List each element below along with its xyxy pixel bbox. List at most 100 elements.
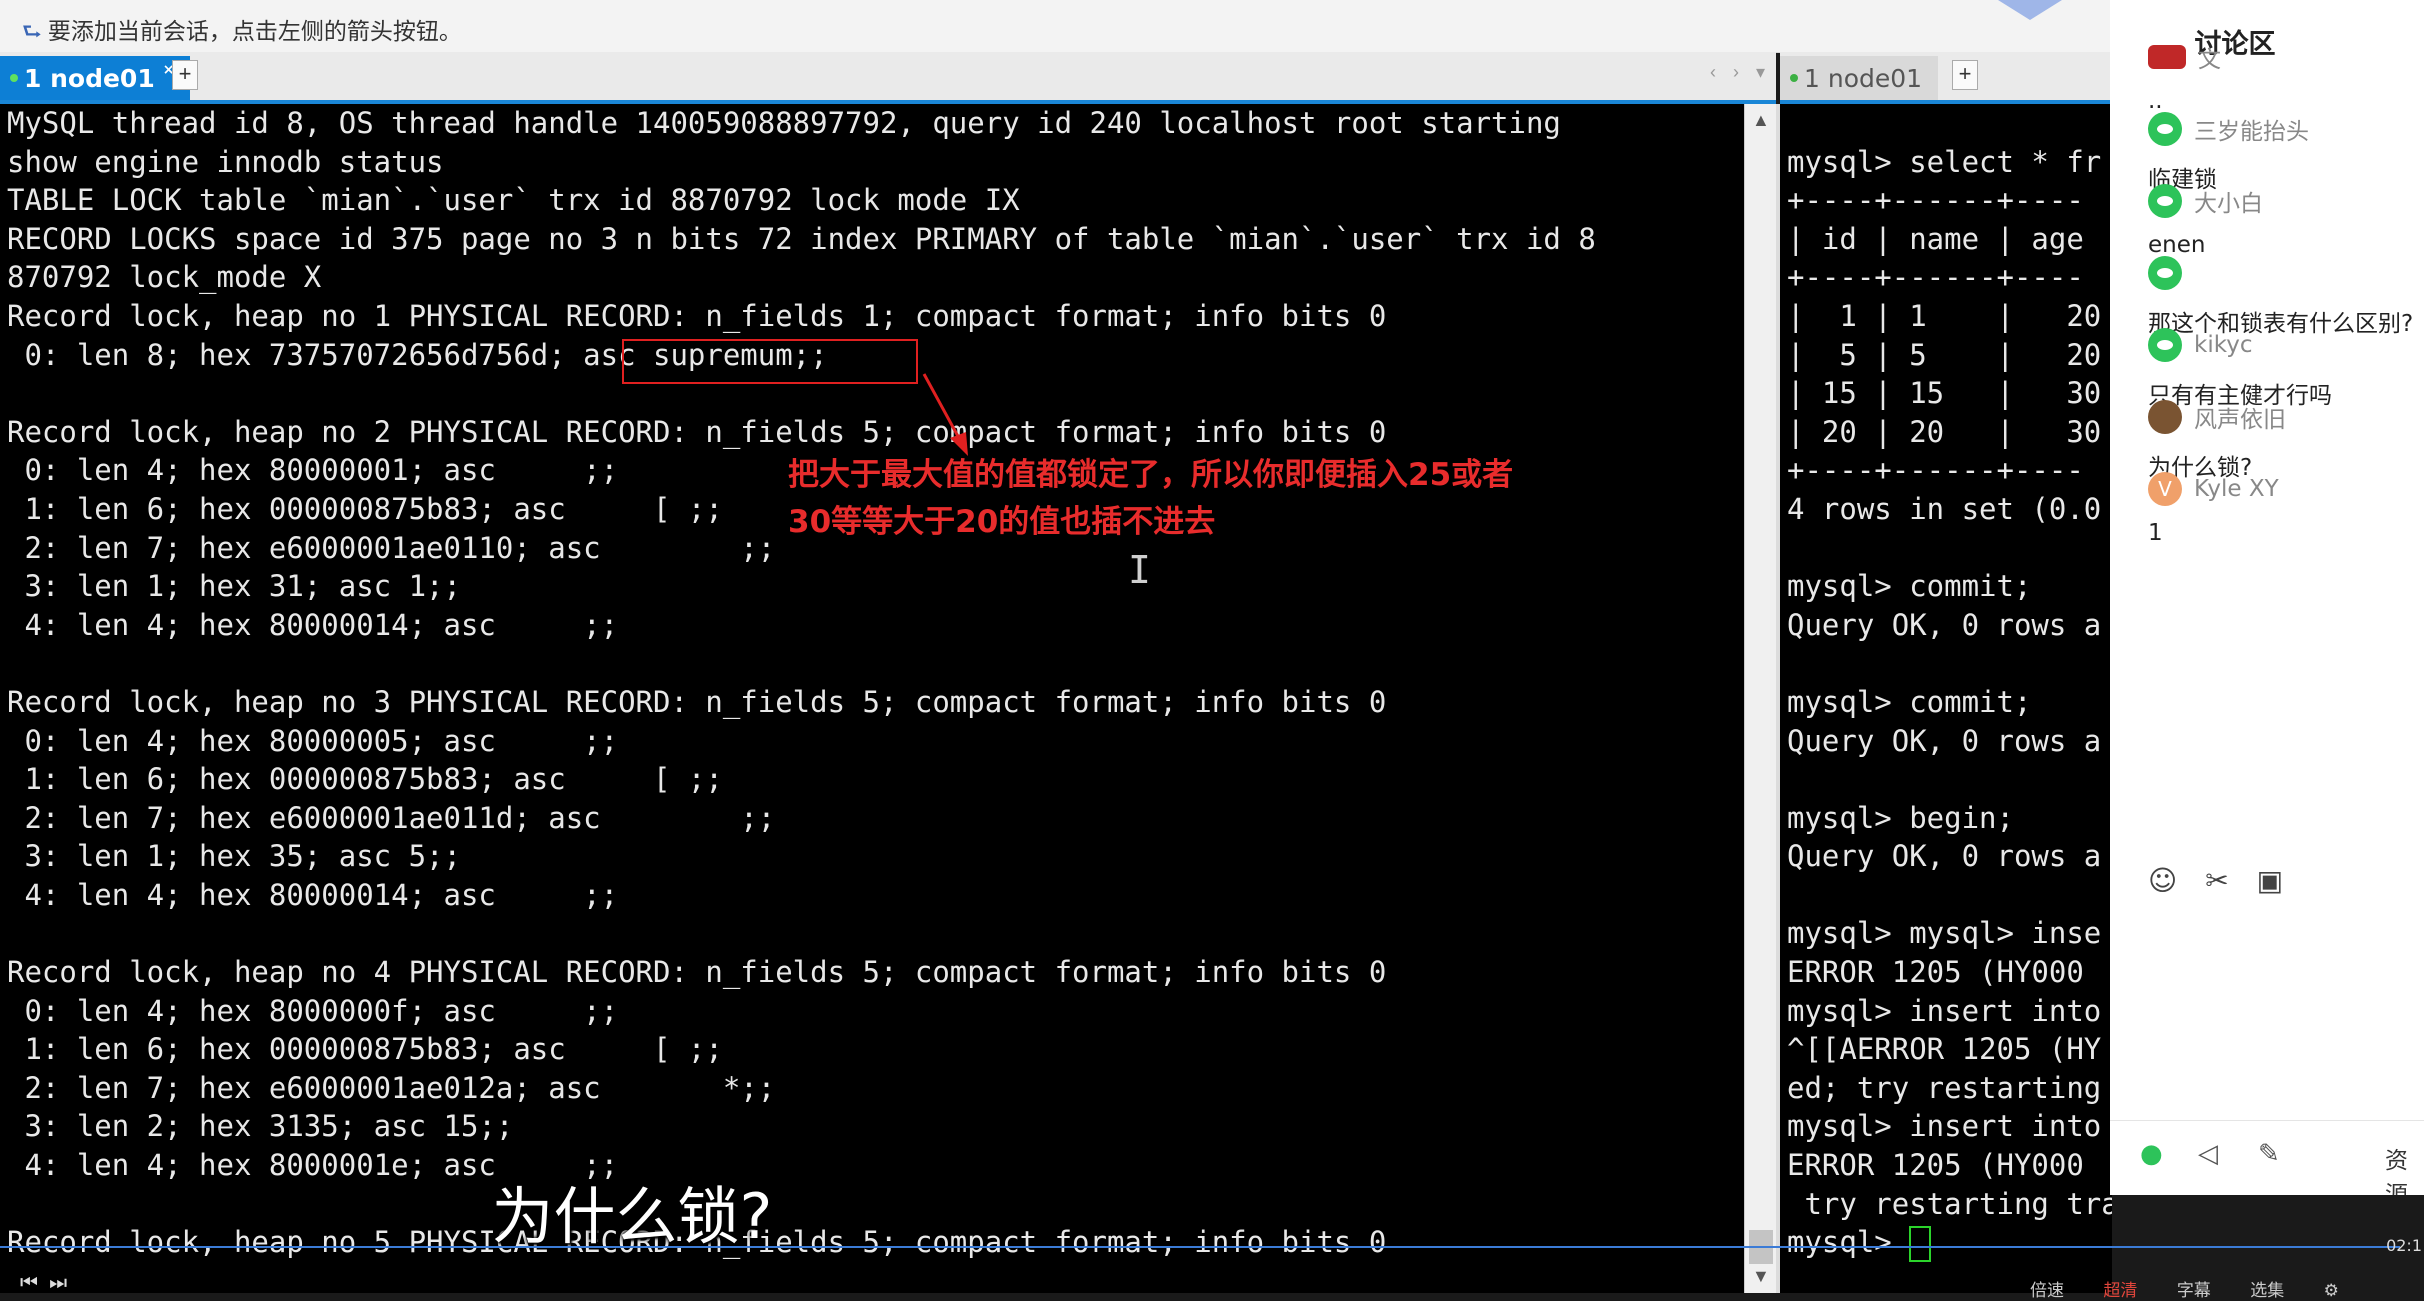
annotation-line: 30等等大于20的值也插不进去 — [788, 504, 1216, 540]
logo-icon — [1998, 0, 2062, 20]
avatar — [2148, 112, 2182, 146]
terminal-line: mysql> commit; — [1787, 569, 2032, 604]
avatar — [2148, 184, 2182, 218]
terminal-line: 4: len 4; hex 80000014; asc ;; — [7, 607, 619, 642]
tab-label: 1 node01 — [1804, 63, 1923, 93]
supremum-highlight-box — [622, 339, 918, 384]
terminal-line: 3: len 1; hex 35; asc 5;; — [7, 839, 461, 874]
terminal-line: 2: len 7; hex e6000001ae011d; asc ;; — [7, 800, 776, 835]
time-display: 02:1 — [2386, 1236, 2422, 1255]
terminal-line: | 5 | 5 | 20 — [1787, 337, 2102, 372]
video-progress-bar[interactable] — [0, 1246, 2400, 1248]
terminal-line: | 1 | 1 | 20 — [1787, 298, 2102, 333]
terminal-line: 0: len 4; hex 80000005; asc ;; — [7, 723, 619, 758]
scroll-up-icon[interactable]: ▲ — [1752, 110, 1770, 131]
speaker-icon[interactable]: ◁ — [2198, 1139, 2218, 1169]
mic-icon[interactable]: ● — [2140, 1139, 2163, 1169]
terminal-line: ed; try restarting — [1787, 1070, 2102, 1105]
terminal-output: MySQL thread id 8, OS thread handle 1400… — [7, 104, 1596, 1262]
terminal-line: mysql> insert into — [1787, 1109, 2102, 1144]
add-tab-button[interactable]: + — [172, 60, 198, 90]
terminal-line: Record lock, heap no 3 PHYSICAL RECORD: … — [7, 684, 1387, 719]
terminal-line: 4 rows in set (0.0 — [1787, 491, 2102, 526]
terminal-line: 3: len 2; hex 3135; asc 15;; — [7, 1109, 514, 1144]
message-author: 文 — [2148, 40, 2221, 74]
terminal-line: mysql> commit; — [1787, 684, 2032, 719]
terminal-line: 1: len 6; hex 000000875b83; asc [ ;; — [7, 762, 723, 797]
scissors-icon[interactable]: ✂ — [2205, 864, 2228, 897]
brush-icon[interactable]: ✎ — [2258, 1139, 2280, 1169]
message-text: enen — [2148, 232, 2206, 258]
terminal-line: RECORD LOCKS space id 375 page no 3 n bi… — [7, 221, 1596, 256]
terminal-line: +----+------+---- — [1787, 260, 2084, 295]
right-tab-bar: 1 node01 + — [1780, 52, 2110, 104]
prev-icon[interactable]: ⏮ — [20, 1272, 38, 1294]
episode-option[interactable]: 选集 — [2250, 1281, 2284, 1301]
terminal-line: | 15 | 15 | 30 — [1787, 376, 2102, 411]
terminal-line: Record lock, heap no 2 PHYSICAL RECORD: … — [7, 414, 1387, 449]
author-name: 风声依旧 — [2194, 407, 2286, 433]
message-author: V Kyle XY — [2148, 472, 2279, 506]
left-tab-bar: 1 node01 × + ‹ › ▾ — [0, 52, 1776, 104]
avatar: V — [2148, 472, 2182, 506]
message-text: .. — [2148, 88, 2163, 114]
author-name: 文 — [2198, 47, 2221, 73]
left-terminal[interactable]: MySQL thread id 8, OS thread handle 1400… — [0, 104, 1744, 1293]
speed-option[interactable]: 倍速 — [2030, 1281, 2064, 1301]
terminal-line: Query OK, 0 rows a — [1787, 839, 2102, 874]
tab-scroll-arrows-icon[interactable]: ‹ › ▾ — [1710, 62, 1771, 83]
resources-link[interactable]: 资源 — [2385, 1141, 2424, 1195]
session-arrow-icon[interactable]: ⮑ — [22, 20, 42, 45]
discussion-panel: 讨论区 文.. 三岁能抬头 临建锁 大小白 enen 那这个和锁表有什么区别? kikyc 只… — [2110, 0, 2424, 1195]
terminal-line: MySQL thread id 8, OS thread handle 1400… — [7, 106, 1561, 140]
message-author: 风声依旧 — [2148, 400, 2286, 434]
tab-label: 1 node01 — [24, 63, 155, 93]
add-tab-button[interactable]: + — [1952, 60, 1978, 90]
terminal-line: mysql> begin; — [1787, 800, 2014, 835]
terminal-line: Query OK, 0 rows a — [1787, 723, 2102, 758]
quality-option[interactable]: 超清 — [2103, 1281, 2137, 1301]
emoji-icon[interactable]: ☺ — [2148, 864, 2177, 897]
avatar — [2148, 256, 2182, 290]
terminal-line: mysql> insert into — [1787, 993, 2102, 1028]
tab-node01-right[interactable]: 1 node01 — [1780, 56, 1939, 100]
tab-node01-left[interactable]: 1 node01 × — [0, 56, 191, 100]
image-icon[interactable]: ▣ — [2257, 864, 2283, 897]
text-cursor-icon: I — [1128, 548, 1151, 592]
terminal-line: +----+------+---- — [1787, 183, 2084, 218]
terminal-line: ^[[AERROR 1205 (HY — [1787, 1032, 2102, 1067]
notice-text: 要添加当前会话，点击左侧的箭头按钮。 — [47, 19, 462, 45]
terminal-line: 4: len 4; hex 80000014; asc ;; — [7, 877, 619, 912]
chat-toolbar: ☺ ✂ ▣ — [2148, 864, 2283, 897]
message-text: 1 — [2148, 520, 2163, 546]
message-author — [2148, 256, 2194, 290]
next-icon[interactable]: ⏭ — [49, 1272, 67, 1294]
notice-message: ⮑ 要添加当前会话，点击左侧的箭头按钮。 — [22, 12, 462, 53]
connection-status-icon — [10, 74, 18, 82]
scroll-down-icon[interactable]: ▼ — [1752, 1266, 1770, 1287]
terminal-line: 0: len 4; hex 8000000f; asc ;; — [7, 993, 619, 1028]
terminal-line: 2: len 7; hex e6000001ae012a; asc *;; — [7, 1070, 776, 1105]
terminal-line: | 20 | 20 | 30 — [1787, 414, 2102, 449]
connection-status-icon — [1790, 74, 1798, 82]
panel-footer: ● ◁ ✎ 资源 — [2110, 1120, 2424, 1195]
annotation-line: 把大于最大值的值都锁定了，所以你即便插入25或者 — [788, 457, 1514, 493]
vertical-scrollbar[interactable]: ▲ ▼ — [1744, 104, 1777, 1293]
terminal-line: 1: len 6; hex 000000875b83; asc [ ;; — [7, 1032, 723, 1067]
settings-icon[interactable]: ⚙ — [2324, 1281, 2339, 1301]
terminal-line: mysql> mysql> inse — [1787, 916, 2102, 951]
caption-option[interactable]: 字幕 — [2177, 1281, 2211, 1301]
right-terminal[interactable]: mysql> select * fr +----+------+---- | id … — [1780, 104, 2112, 1293]
terminal-line: 870792 lock_mode X — [7, 260, 322, 295]
terminal-line: Record lock, heap no 1 PHYSICAL RECORD: … — [7, 298, 1387, 333]
terminal-line: show engine innodb status — [7, 144, 444, 179]
terminal-line: +----+------+---- — [1787, 453, 2084, 488]
player-options: 倍速 超清 字幕 选集 ⚙ — [2030, 1276, 2373, 1301]
